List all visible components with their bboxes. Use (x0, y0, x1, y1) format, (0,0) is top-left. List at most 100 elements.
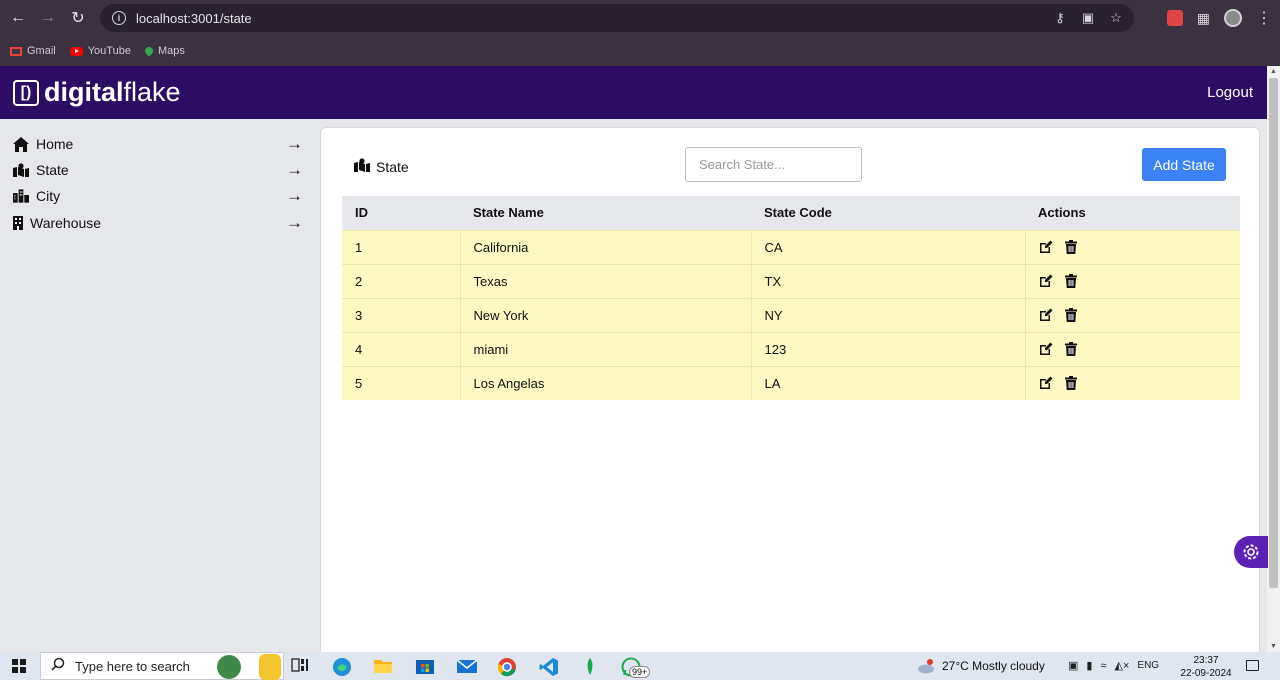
whatsapp-badge: 99+ (629, 666, 651, 678)
star-icon[interactable]: ☆ (1108, 10, 1124, 26)
cell-id: 4 (342, 331, 460, 366)
bookmarks-bar: Gmail YouTube Maps (0, 36, 1280, 66)
cell-actions (1024, 229, 1240, 264)
edit-icon[interactable] (1039, 308, 1053, 322)
cell-id: 3 (342, 297, 460, 332)
sidebar: Home → State → City → Warehouse → (0, 119, 312, 652)
task-view-icon[interactable] (291, 657, 311, 675)
scroll-up-icon[interactable]: ▲ (1270, 68, 1277, 75)
column-header-state-code: State Code (751, 196, 1025, 230)
widget-icon (259, 654, 281, 680)
trash-icon[interactable] (1064, 308, 1077, 322)
page-title: State (354, 158, 409, 175)
mongodb-icon[interactable] (584, 657, 604, 675)
language-indicator[interactable]: ENG (1137, 660, 1159, 671)
wifi-icon[interactable]: ≈ (1100, 660, 1106, 672)
cell-actions (1024, 365, 1240, 400)
extension-icon[interactable] (1166, 10, 1183, 26)
edit-icon[interactable] (1039, 342, 1053, 356)
edit-icon[interactable] (1039, 274, 1053, 288)
browser-toolbar: ← → ↻ i localhost:3001/state ⚷ ▣ ☆ ▦ ⋮ (0, 0, 1280, 36)
cell-state-code: 123 (750, 331, 1025, 366)
logout-button[interactable]: Logout (1207, 84, 1253, 101)
scroll-down-icon[interactable]: ▼ (1270, 643, 1277, 650)
profile-avatar[interactable] (1224, 9, 1242, 27)
youtube-icon (69, 46, 83, 56)
map-icon (13, 162, 29, 178)
cell-state-code: LA (750, 365, 1025, 400)
forward-arrow-icon[interactable]: → (33, 3, 63, 33)
table-row: 2 Texas TX (342, 263, 1240, 298)
back-arrow-icon[interactable]: ← (3, 3, 33, 33)
arrow-right-icon: → (286, 186, 303, 205)
gmail-icon (10, 46, 22, 56)
edge-icon[interactable] (332, 657, 352, 676)
cell-state-code: TX (750, 263, 1025, 298)
cell-state-name: miami (459, 331, 751, 366)
edit-icon[interactable] (1039, 240, 1053, 254)
address-bar[interactable]: i localhost:3001/state ⚷ ▣ ☆ (100, 4, 1134, 32)
sidebar-item-state[interactable]: State → (13, 159, 303, 181)
cell-id: 2 (342, 263, 460, 298)
table-row: 5 Los Angelas LA (342, 365, 1240, 400)
file-explorer-icon[interactable] (373, 657, 393, 675)
cell-state-name: Texas (459, 263, 751, 298)
edit-icon[interactable] (1039, 376, 1053, 390)
puzzle-icon[interactable]: ▦ (1197, 10, 1210, 27)
cell-actions (1024, 297, 1240, 332)
volume-muted-icon[interactable]: ◭× (1115, 659, 1130, 672)
page-scrollbar[interactable]: ▲ ▼ (1267, 66, 1280, 652)
whatsapp-icon[interactable]: 99+ (621, 657, 655, 678)
column-header-id: ID (342, 196, 460, 230)
system-tray: ▣ ▮ ≈ ◭× ENG (1068, 659, 1159, 673)
sidebar-item-warehouse[interactable]: Warehouse → (13, 212, 303, 234)
chrome-icon[interactable] (497, 657, 517, 677)
reload-icon[interactable]: ↻ (63, 3, 93, 33)
menu-kebab-icon[interactable]: ⋮ (1256, 8, 1272, 28)
site-info-icon[interactable]: i (112, 11, 126, 25)
sidebar-item-label: Home (36, 136, 74, 152)
install-icon[interactable]: ▣ (1080, 10, 1096, 26)
cell-id: 1 (342, 229, 460, 264)
scroll-thumb[interactable] (1269, 78, 1278, 588)
search-input[interactable] (685, 147, 862, 182)
add-state-button[interactable]: Add State (1142, 148, 1226, 181)
key-icon[interactable]: ⚷ (1052, 10, 1068, 26)
address-url[interactable]: localhost:3001/state (136, 11, 252, 26)
logo: [) digitalflake (13, 77, 181, 108)
bookmark-youtube[interactable]: YouTube (69, 45, 131, 57)
windows-start-icon[interactable] (12, 659, 26, 673)
cell-actions (1024, 331, 1240, 366)
notification-icon[interactable] (1246, 660, 1259, 671)
column-header-actions: Actions (1025, 196, 1240, 230)
settings-float-button[interactable] (1234, 536, 1268, 568)
map-icon (354, 158, 370, 175)
trash-icon[interactable] (1064, 376, 1077, 391)
tray-chevron-icon[interactable]: ▣ (1068, 659, 1078, 672)
main-card: State Add State ID State Name State Code… (320, 127, 1260, 657)
warehouse-icon (13, 215, 23, 231)
table-row: 3 New York NY (342, 297, 1240, 332)
bookmark-gmail[interactable]: Gmail (10, 45, 56, 57)
battery-icon[interactable]: ▮ (1086, 659, 1092, 672)
store-icon[interactable] (415, 657, 435, 675)
bookmark-maps[interactable]: Maps (143, 45, 185, 57)
sidebar-item-label: State (36, 162, 69, 178)
gear-icon (1243, 544, 1259, 560)
sidebar-item-city[interactable]: City → (13, 185, 303, 207)
trash-icon[interactable] (1064, 240, 1077, 254)
trash-icon[interactable] (1064, 274, 1077, 288)
globe-icon (217, 655, 241, 679)
maps-icon (143, 45, 155, 57)
cloudy-weather-icon (918, 659, 934, 674)
trash-icon[interactable] (1064, 342, 1077, 356)
mail-icon[interactable] (456, 657, 478, 675)
clock[interactable]: 23:37 22-09-2024 (1180, 654, 1232, 680)
weather-widget[interactable]: 27°C Mostly cloudy (916, 658, 1045, 674)
sidebar-item-home[interactable]: Home → (13, 133, 303, 155)
taskbar-search[interactable]: Type here to search (40, 652, 284, 680)
vscode-icon[interactable] (539, 657, 559, 676)
cell-state-code: NY (750, 297, 1025, 332)
cell-state-name: New York (459, 297, 751, 332)
search-icon (51, 657, 65, 676)
